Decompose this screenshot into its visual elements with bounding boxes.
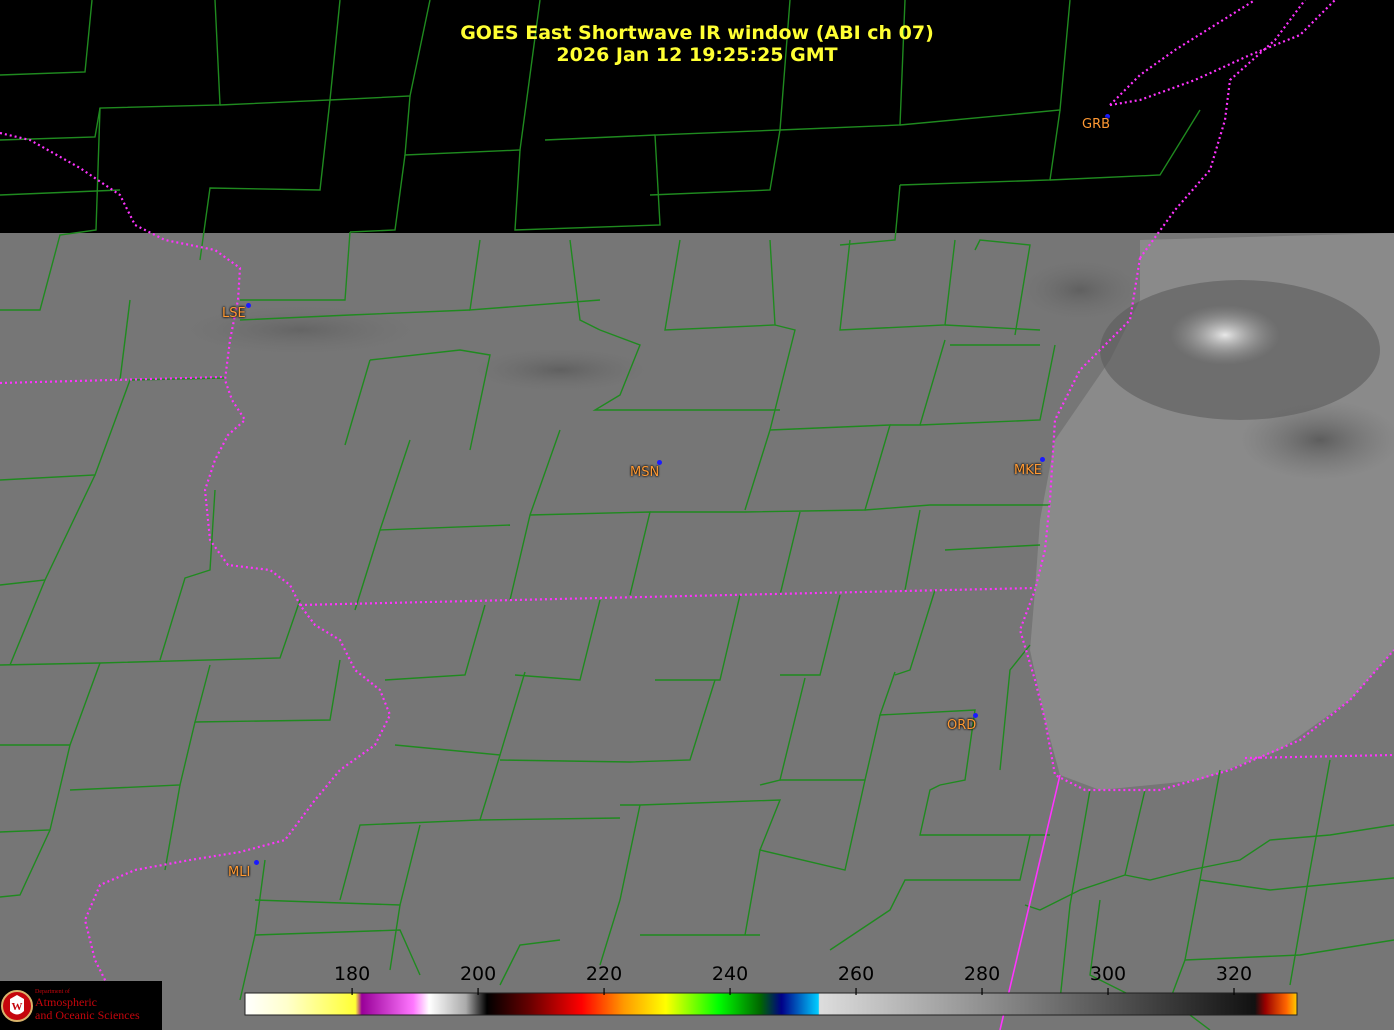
colorbar-tick-label: 320	[1216, 963, 1252, 985]
colorbar-tick-label: 300	[1090, 963, 1126, 985]
aos-logo: W Department of Atmospheric and Oceanic …	[0, 981, 162, 1030]
colorbar-ticks: 180 200 220 240 260 280 300 320	[334, 963, 1252, 995]
colorbar-tick-label: 280	[964, 963, 1000, 985]
colorbar-tick-label: 200	[460, 963, 496, 985]
svg-text:W: W	[12, 1001, 23, 1013]
logo-line-2: and Oceanic Sciences	[35, 1008, 140, 1022]
colorbar-tick-label: 240	[712, 963, 748, 985]
satellite-map: GOES East Shortwave IR window (ABI ch 07…	[0, 0, 1394, 1030]
uw-seal-icon: W	[1, 990, 33, 1022]
colorbar-tick-label: 220	[586, 963, 622, 985]
colorbar-tick-label: 260	[838, 963, 874, 985]
colorbar-tick-label: 180	[334, 963, 370, 985]
